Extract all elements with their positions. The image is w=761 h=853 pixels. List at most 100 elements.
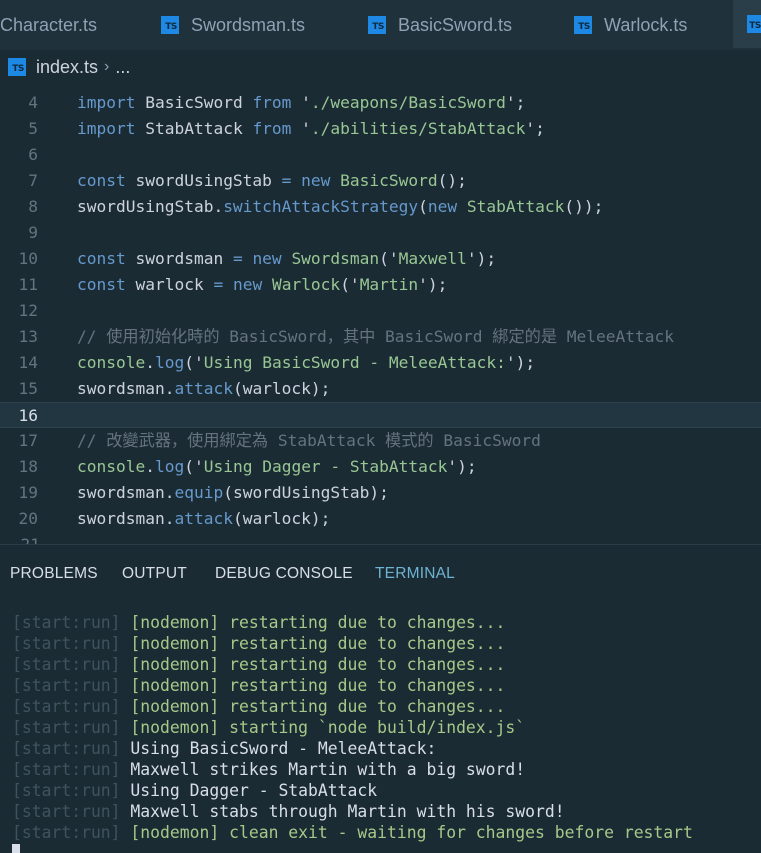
code-token: (' xyxy=(340,275,360,294)
code-line[interactable]: 5 import StabAttack from './abilities/Sta… xyxy=(0,116,761,142)
editor-tab-bar: Character.ts TS Swordsman.ts TS BasicSwo… xyxy=(0,0,761,50)
breadcrumb-file[interactable]: index.ts xyxy=(36,57,98,78)
code-token: console xyxy=(77,457,146,476)
breadcrumb-more[interactable]: ... xyxy=(115,57,130,78)
code-token: from xyxy=(252,119,292,138)
code-token: import xyxy=(77,119,136,138)
code-line[interactable]: 12 xyxy=(0,298,761,324)
code-line[interactable]: 6 xyxy=(0,142,761,168)
terminal-prefix: [start:run] xyxy=(12,634,131,653)
code-token: (warlock); xyxy=(232,379,331,398)
line-number: 11 xyxy=(18,275,39,294)
terminal-prefix: [start:run] xyxy=(12,739,131,758)
code-token: . xyxy=(145,457,155,476)
code-token: log xyxy=(154,353,185,372)
tab-swordsman[interactable]: TS Swordsman.ts xyxy=(161,0,305,50)
code-token: swordsman xyxy=(125,249,233,268)
code-token: ' xyxy=(291,93,311,112)
terminal-output[interactable]: [start:run] [nodemon] restarting due to … xyxy=(0,612,761,853)
code-line[interactable]: 8 swordUsingStab.switchAttackStrategy(new… xyxy=(0,194,761,220)
code-line[interactable]: 18 console.log('Using Dagger - StabAttack… xyxy=(0,454,761,480)
code-line[interactable]: 14 console.log('Using BasicSword - MeleeA… xyxy=(0,350,761,376)
code-token: import xyxy=(77,93,136,112)
code-token: switchAttackStrategy xyxy=(223,197,419,216)
line-number: 15 xyxy=(18,379,39,398)
line-number: 5 xyxy=(28,119,38,138)
code-editor[interactable]: 21 4import BasicSword from './weapons/Ba… xyxy=(0,84,761,544)
code-token: const xyxy=(77,171,126,190)
typescript-file-icon: TS xyxy=(8,58,26,76)
terminal-message: Maxwell stabs through Martin with his sw… xyxy=(130,802,565,821)
code-token: '); xyxy=(505,353,536,372)
tab-character[interactable]: Character.ts xyxy=(0,0,97,50)
code-token: swordsman. xyxy=(77,483,175,502)
terminal-prefix: [start:run] xyxy=(12,613,131,632)
code-line[interactable]: 20 swordsman.attack(warlock); xyxy=(0,506,761,532)
tab-warlock[interactable]: TS Warlock.ts xyxy=(574,0,687,50)
terminal-message: [nodemon] restarting due to changes... xyxy=(130,655,506,674)
tab-basicsword[interactable]: TS BasicSword.ts xyxy=(368,0,512,50)
code-token: = xyxy=(232,249,243,268)
line-number: 21 xyxy=(0,532,41,544)
code-token: swordUsingStab. xyxy=(77,197,224,216)
code-token: BasicSword xyxy=(340,171,438,190)
terminal-message: [nodemon] restarting due to changes... xyxy=(130,634,506,653)
code-text: import StabAttack from './abilities/Stab… xyxy=(77,116,545,142)
terminal-prefix: [start:run] xyxy=(12,676,131,695)
code-line[interactable]: 9 xyxy=(0,220,761,246)
terminal-prefix: [start:run] xyxy=(12,823,131,842)
tab-active-index[interactable]: TS xyxy=(733,0,761,48)
code-text: console.log('Using BasicSword - MeleeAtt… xyxy=(77,350,535,376)
code-line[interactable]: 10 const swordsman = new Swordsman('Maxwe… xyxy=(0,246,761,272)
line-number: 6 xyxy=(28,145,38,164)
code-token: = xyxy=(281,171,292,190)
code-token: (' xyxy=(184,457,204,476)
code-token: '; xyxy=(505,93,526,112)
terminal-message: [nodemon] restarting due to changes... xyxy=(130,676,506,695)
terminal-message: Maxwell strikes Martin with a big sword! xyxy=(130,760,526,779)
typescript-file-icon: TS xyxy=(574,16,592,34)
tab-label: Warlock.ts xyxy=(604,14,688,35)
code-token: Martin xyxy=(359,275,419,294)
code-token: attack xyxy=(174,379,233,398)
line-number: 17 xyxy=(18,431,39,450)
code-token: (swordUsingStab); xyxy=(223,483,389,502)
terminal-line: [start:run] Maxwell stabs through Martin… xyxy=(12,801,565,822)
code-line[interactable]: 4 import BasicSword from './weapons/Basic… xyxy=(0,90,761,116)
code-token: Warlock xyxy=(271,275,341,294)
tab-problems[interactable]: PROBLEMS xyxy=(10,565,98,583)
tab-debug-console[interactable]: DEBUG CONSOLE xyxy=(215,565,353,583)
code-line[interactable]: 19 swordsman.equip(swordUsingStab); xyxy=(0,480,761,506)
code-line[interactable]: 11 const warlock = new Warlock('Martin'); xyxy=(0,272,761,298)
terminal-line: [start:run] Using BasicSword - MeleeAtta… xyxy=(12,738,436,759)
code-text: swordsman.attack(warlock); xyxy=(77,376,330,402)
code-line[interactable]: 13 // 使用初始化時的 BasicSword，其中 BasicSword 綁定… xyxy=(0,324,761,350)
code-token: StabAttack xyxy=(135,119,253,138)
chevron-right-icon: › xyxy=(104,58,110,75)
code-line[interactable]: 15 swordsman.attack(warlock); xyxy=(0,376,761,402)
tab-terminal[interactable]: TERMINAL xyxy=(375,565,455,583)
code-text: swordUsingStab.switchAttackStrategy(new … xyxy=(77,194,603,220)
code-text: const swordsman = new Swordsman('Maxwell… xyxy=(77,246,496,272)
typescript-file-icon: TS xyxy=(368,16,386,34)
panel-tab-bar: PROBLEMS OUTPUT DEBUG CONSOLE TERMINAL xyxy=(0,544,761,601)
code-line[interactable]: 7 const swordUsingStab = new BasicSword()… xyxy=(0,168,761,194)
code-text: const warlock = new Warlock('Martin'); xyxy=(77,272,447,298)
code-line[interactable]: 17 // 改變武器，使用綁定為 StabAttack 模式的 BasicSwor… xyxy=(0,428,761,454)
line-number: 19 xyxy=(18,483,39,502)
terminal-message: [nodemon] restarting due to changes... xyxy=(130,613,506,632)
typescript-file-icon: TS xyxy=(747,15,761,33)
line-number: 20 xyxy=(18,509,39,528)
terminal-prefix: [start:run] xyxy=(12,655,131,674)
code-line[interactable]: 16 xyxy=(0,402,761,428)
terminal-prefix: [start:run] xyxy=(12,760,131,779)
code-token: '; xyxy=(525,119,545,138)
tab-output[interactable]: OUTPUT xyxy=(122,565,187,583)
line-number: 10 xyxy=(18,249,39,268)
code-token: new xyxy=(301,171,331,190)
code-token: Maxwell xyxy=(398,249,467,268)
